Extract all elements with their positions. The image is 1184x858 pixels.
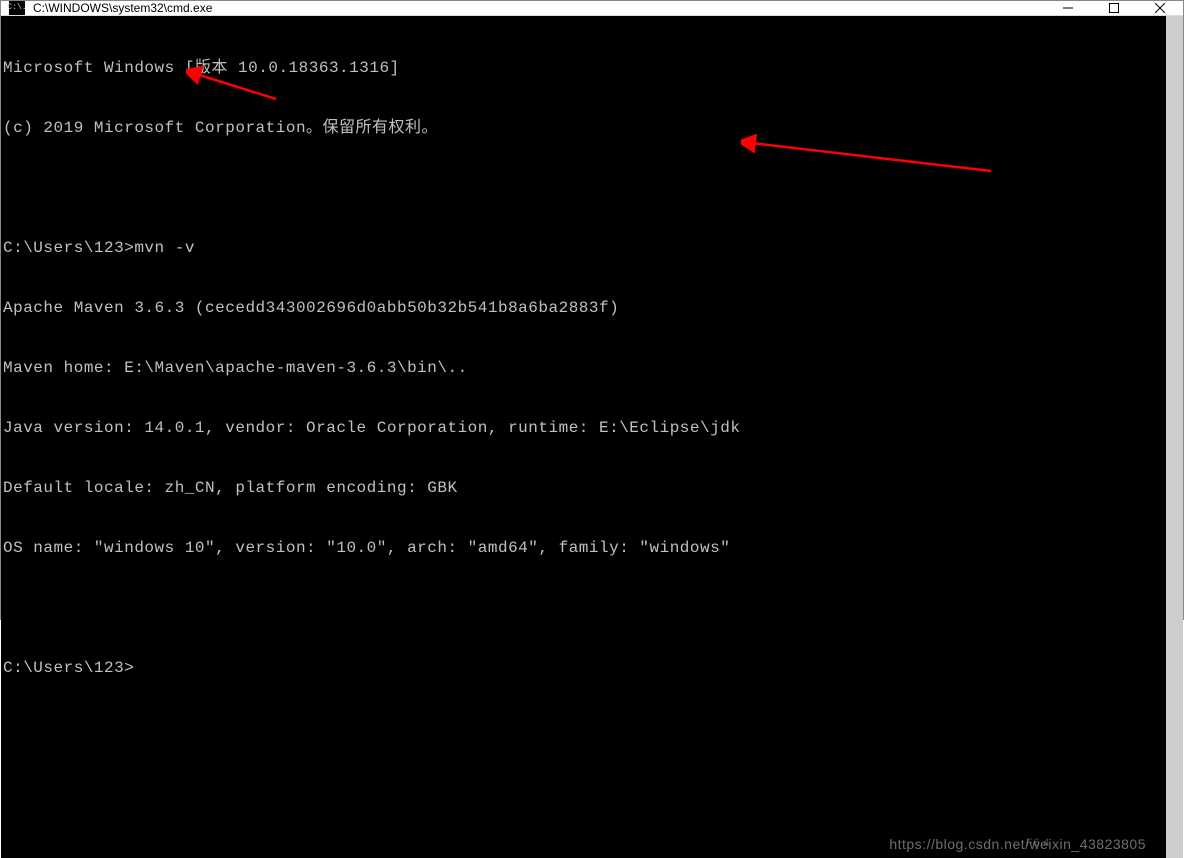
watermark-text: https://blog.csdn.net/weixin_43823805 — [889, 834, 1146, 854]
content-area: Microsoft Windows [版本 10.0.18363.1316] (… — [1, 16, 1183, 858]
terminal-line: Microsoft Windows [版本 10.0.18363.1316] — [3, 58, 1166, 78]
terminal-line: (c) 2019 Microsoft Corporation。保留所有权利。 — [3, 118, 1166, 138]
maximize-button[interactable] — [1091, 1, 1137, 15]
scrollbar-thumb[interactable] — [1166, 16, 1183, 858]
terminal-line: C:\Users\123> — [3, 658, 1166, 678]
cmd-icon-text: C:\. — [7, 4, 26, 12]
close-icon — [1155, 3, 1165, 13]
window-controls — [1045, 1, 1183, 15]
terminal-line: Maven home: E:\Maven\apache-maven-3.6.3\… — [3, 358, 1166, 378]
close-button[interactable] — [1137, 1, 1183, 15]
titlebar[interactable]: C:\. C:\WINDOWS\system32\cmd.exe — [1, 1, 1183, 16]
terminal-line: OS name: "windows 10", version: "10.0", … — [3, 538, 1166, 558]
cmd-window: C:\. C:\WINDOWS\system32\cmd.exe Microso… — [0, 0, 1184, 620]
terminal-output[interactable]: Microsoft Windows [版本 10.0.18363.1316] (… — [1, 16, 1166, 858]
terminal-line: Default locale: zh_CN, platform encoding… — [3, 478, 1166, 498]
terminal-line — [3, 598, 1166, 618]
terminal-line — [3, 178, 1166, 198]
page-indicator: F6 4 — [1026, 833, 1050, 853]
vertical-scrollbar[interactable] — [1166, 16, 1183, 858]
minimize-button[interactable] — [1045, 1, 1091, 15]
annotation-arrow-icon — [741, 131, 1001, 181]
minimize-icon — [1063, 3, 1073, 13]
maximize-icon — [1109, 3, 1119, 13]
terminal-line: Apache Maven 3.6.3 (cecedd343002696d0abb… — [3, 298, 1166, 318]
cmd-icon: C:\. — [9, 1, 25, 15]
terminal-line: Java version: 14.0.1, vendor: Oracle Cor… — [3, 418, 1166, 438]
window-title: C:\WINDOWS\system32\cmd.exe — [33, 1, 1045, 15]
terminal-line: C:\Users\123>mvn -v — [3, 238, 1166, 258]
